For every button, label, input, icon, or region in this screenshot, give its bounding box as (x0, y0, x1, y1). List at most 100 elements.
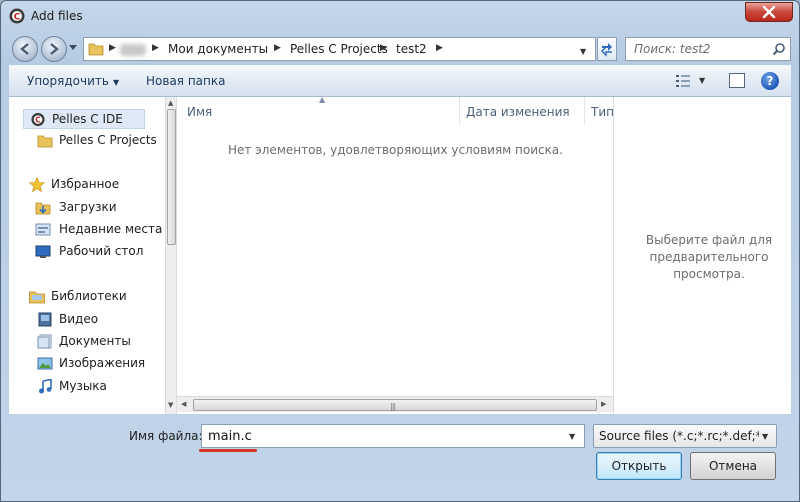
breadcrumb-test2[interactable]: test2 (396, 42, 427, 56)
search-placeholder: Поиск: test2 (634, 42, 711, 56)
forward-button[interactable] (41, 36, 67, 62)
breadcrumb-arrow-icon[interactable]: ▶ (109, 43, 116, 53)
nav-scroll-thumb[interactable] (167, 109, 176, 245)
file-type-select[interactable]: Source files (*.c;*.rc;*.def;*.asm) ▼ (593, 424, 777, 448)
file-list[interactable]: ▲ Имя Дата изменения Тип Нет элементов, … (176, 95, 614, 414)
preview-pane-toggle-icon[interactable] (729, 73, 745, 88)
view-options-icon[interactable] (675, 73, 691, 89)
star-icon (29, 177, 45, 192)
nav-label: Изображения (59, 356, 146, 370)
scroll-up-icon[interactable]: ▲ (168, 99, 173, 107)
nav-item-video[interactable]: Видео (29, 310, 149, 330)
filename-value: main.c (208, 429, 252, 444)
breadcrumb-arrow-icon[interactable]: ▶ (436, 43, 443, 53)
libraries-icon (29, 291, 45, 304)
downloads-folder-icon (35, 202, 51, 215)
help-icon[interactable]: ? (761, 72, 779, 90)
folder-icon (88, 43, 104, 56)
nav-label: Избранное (51, 177, 120, 191)
preview-pane: Выберите файл для предварительного просм… (613, 97, 791, 414)
file-type-value: Source files (*.c;*.rc;*.def;*.asm) (599, 429, 759, 443)
recent-places-icon (35, 223, 51, 236)
organize-menu[interactable]: Упорядочить ▼ (27, 74, 119, 88)
nav-item-desktop[interactable]: Рабочий стол (29, 242, 149, 262)
search-box[interactable]: Поиск: test2 (625, 37, 791, 61)
column-label: Дата изменения (466, 105, 570, 119)
column-label: Тип (591, 105, 614, 119)
breadcrumb-my-documents[interactable]: Мои документы (168, 42, 268, 56)
nav-label: Рабочий стол (59, 244, 144, 258)
hscroll-thumb[interactable]: ||| (193, 399, 597, 411)
arrow-right-icon (50, 43, 59, 55)
column-header-name[interactable]: Имя (177, 97, 459, 125)
nav-scrollbar[interactable]: ▲ ▼ (165, 97, 176, 414)
folder-icon (37, 135, 53, 148)
search-icon[interactable] (772, 42, 786, 56)
nav-label: Документы (59, 334, 131, 348)
video-icon (38, 312, 52, 327)
nav-item-libraries[interactable]: Библиотеки (29, 287, 149, 307)
recent-pages-dropdown[interactable] (69, 45, 77, 51)
breadcrumb-arrow-icon[interactable]: ▶ (274, 43, 281, 53)
scroll-left-icon[interactable]: ◀ (181, 400, 186, 408)
documents-icon (37, 334, 52, 349)
title-bar[interactable]: C Add files (1, 1, 799, 33)
column-label: Имя (187, 105, 213, 119)
nav-item-documents[interactable]: Документы (29, 332, 149, 352)
organize-label: Упорядочить (27, 74, 109, 88)
add-files-dialog: C Add files ▶ ▶ Мои документы ▶ Pelles C… (0, 0, 800, 502)
scroll-right-icon[interactable]: ▶ (601, 400, 606, 408)
pictures-icon (37, 357, 53, 370)
empty-list-message: Нет элементов, удовлетворяющих условиям … (227, 143, 564, 157)
address-row: ▶ ▶ Мои документы ▶ Pelles C Projects ▶ … (1, 33, 799, 63)
nav-label: Музыка (59, 379, 107, 393)
chevron-down-icon: ▼ (112, 78, 120, 87)
nav-label: Видео (59, 312, 99, 326)
navigation-pane[interactable]: C Pelles C IDE Pelles C Projects Избранн… (9, 97, 165, 414)
breadcrumb-arrow-icon[interactable]: ▶ (152, 43, 159, 53)
new-folder-button[interactable]: Новая папка (146, 74, 225, 88)
nav-label: Pelles C Projects (59, 133, 157, 147)
nav-item-pictures[interactable]: Изображения (29, 354, 159, 374)
file-list-hscrollbar[interactable]: ◀ ||| ▶ (177, 396, 614, 412)
pelles-c-app-icon: C (31, 112, 45, 127)
close-button[interactable] (745, 2, 793, 22)
column-header-date[interactable]: Дата изменения (460, 97, 584, 125)
nav-item-favorites[interactable]: Избранное (29, 175, 149, 195)
breadcrumb-arrow-icon[interactable]: ▶ (380, 43, 387, 53)
nav-item-recent-places[interactable]: Недавние места (29, 220, 163, 240)
nav-label: Библиотеки (51, 289, 127, 303)
filename-label: Имя файла: (129, 429, 203, 443)
nav-label: Pelles C IDE (52, 112, 123, 126)
command-bar: Упорядочить ▼ Новая папка ▼ ? (9, 65, 791, 97)
arrow-left-icon (20, 43, 29, 55)
view-dropdown-icon[interactable]: ▼ (699, 76, 705, 85)
chevron-down-icon: ▼ (762, 432, 769, 441)
filename-dropdown-icon[interactable]: ▼ (569, 432, 575, 441)
redacted-crumb (120, 44, 146, 56)
svg-text:C: C (14, 13, 21, 23)
pelles-c-app-icon: C (9, 8, 25, 24)
back-button[interactable] (12, 36, 38, 62)
address-bar[interactable]: ▶ ▶ Мои документы ▶ Pelles C Projects ▶ … (83, 37, 596, 61)
window-title: Add files (31, 9, 83, 23)
desktop-icon (35, 245, 51, 258)
grip-icon: ||| (390, 402, 396, 411)
nav-label: Недавние места (59, 222, 163, 236)
cancel-button[interactable]: Отмена (690, 452, 776, 480)
scroll-down-icon[interactable]: ▼ (168, 401, 173, 409)
nav-item-pelles-c-ide[interactable]: C Pelles C IDE (23, 109, 145, 129)
breadcrumb-pelles-projects[interactable]: Pelles C Projects (290, 42, 388, 56)
column-header-type[interactable]: Тип (585, 97, 614, 125)
filename-input[interactable]: main.c ▼ (201, 424, 585, 448)
nav-item-downloads[interactable]: Загрузки (29, 198, 149, 218)
nav-item-music[interactable]: Музыка (29, 377, 149, 397)
content-area: C Pelles C IDE Pelles C Projects Избранн… (9, 95, 791, 414)
open-button[interactable]: Открыть (596, 452, 682, 480)
annotation-underline (199, 449, 257, 452)
refresh-button[interactable] (597, 37, 617, 61)
svg-text:C: C (35, 115, 41, 124)
nav-item-pelles-c-projects[interactable]: Pelles C Projects (29, 131, 159, 151)
music-icon (39, 379, 52, 394)
address-dropdown-icon[interactable]: ▼ (580, 47, 586, 56)
